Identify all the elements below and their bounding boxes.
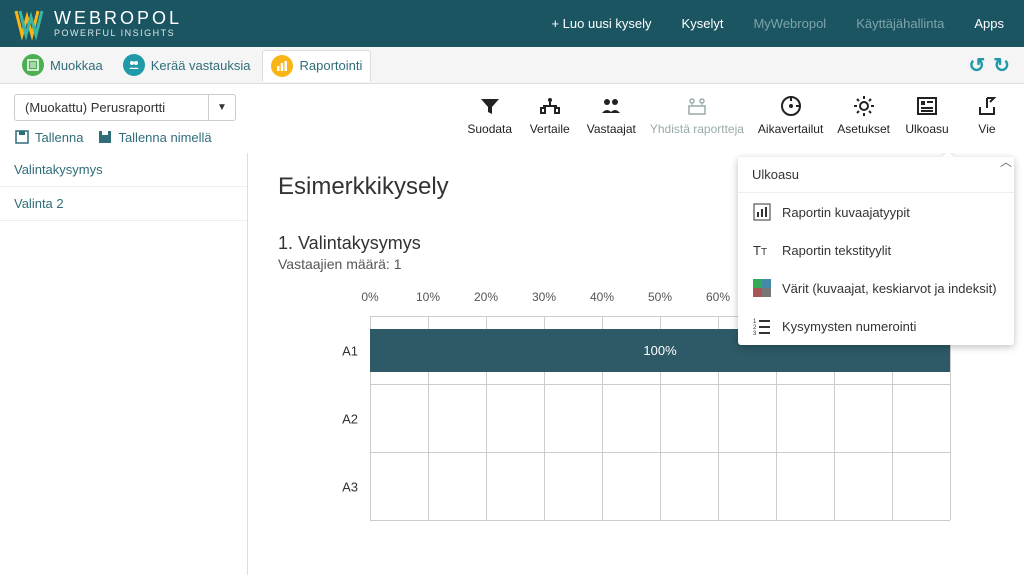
chart-row-label: A3 bbox=[318, 479, 358, 494]
sub-bar: (Muokattu) Perusraportti ▼ Tallenna Tall… bbox=[0, 84, 1024, 153]
popover-colors[interactable]: Värit (kuvaajat, keskiarvot ja indeksit) bbox=[738, 269, 1014, 307]
chart-x-tick: 10% bbox=[416, 290, 440, 304]
top-bar: WEBROPOL POWERFUL INSIGHTS + Luo uusi ky… bbox=[0, 0, 1024, 47]
report-canvas: Esimerkkikysely 1. Valintakysymys Vastaa… bbox=[248, 153, 1024, 575]
report-toolbar: Suodata Vertaile Vastaajat Yhdistä rapor… bbox=[467, 94, 1010, 136]
time-icon bbox=[779, 94, 803, 118]
tool-respondents[interactable]: Vastaajat bbox=[587, 94, 636, 136]
popover-text-styles[interactable]: TT Raportin tekstityylit bbox=[738, 231, 1014, 269]
popover-caret-icon bbox=[942, 153, 954, 157]
nav-apps[interactable]: Apps bbox=[974, 16, 1004, 31]
top-nav: + Luo uusi kysely Kyselyt MyWebropol Käy… bbox=[551, 16, 1004, 31]
save-as-label: Tallenna nimellä bbox=[118, 130, 211, 145]
chart-x-tick: 0% bbox=[361, 290, 378, 304]
svg-text:T: T bbox=[761, 247, 767, 258]
tool-time[interactable]: Aikavertailut bbox=[758, 94, 823, 136]
export-icon bbox=[975, 94, 999, 118]
tab-report-label: Raportointi bbox=[299, 58, 362, 73]
filter-icon bbox=[478, 94, 502, 118]
report-dropdown-label[interactable]: (Muokattu) Perusraportti bbox=[14, 94, 209, 121]
tab-report[interactable]: Raportointi bbox=[262, 50, 371, 82]
popover-title: Ulkoasu bbox=[738, 157, 1014, 193]
brand-name: WEBROPOL bbox=[54, 9, 182, 27]
chart-x-tick: 40% bbox=[590, 290, 614, 304]
appearance-icon bbox=[915, 94, 939, 118]
gear-icon bbox=[852, 94, 876, 118]
tab-bar: Muokkaa Kerää vastauksia Raportointi ↺ ↻ bbox=[0, 47, 1024, 84]
sidebar-item-q2[interactable]: Valinta 2 bbox=[0, 187, 247, 221]
save-as-button[interactable]: Tallenna nimellä bbox=[97, 129, 211, 145]
tool-appearance[interactable]: Ulkoasu bbox=[904, 94, 950, 136]
report-dropdown[interactable]: (Muokattu) Perusraportti ▼ bbox=[14, 94, 236, 121]
save-label: Tallenna bbox=[35, 130, 83, 145]
workspace: Valintakysymys Valinta 2 Esimerkkikysely… bbox=[0, 153, 1024, 575]
collect-icon bbox=[123, 54, 145, 76]
tool-merge[interactable]: Yhdistä raportteja bbox=[650, 94, 744, 136]
chart-x-tick: 20% bbox=[474, 290, 498, 304]
tab-collect[interactable]: Kerää vastauksia bbox=[115, 50, 259, 81]
popover-chart-types[interactable]: Raportin kuvaajatyypit bbox=[738, 193, 1014, 231]
nav-mywebropol[interactable]: MyWebropol bbox=[753, 16, 826, 31]
chart-row: A2 bbox=[370, 385, 950, 453]
sidebar-item-q1[interactable]: Valintakysymys bbox=[0, 153, 247, 187]
tool-compare[interactable]: Vertaile bbox=[527, 94, 573, 136]
chart-x-tick: 60% bbox=[706, 290, 730, 304]
chart-row-label: A1 bbox=[318, 343, 358, 358]
svg-text:3: 3 bbox=[753, 331, 757, 335]
colors-icon bbox=[752, 278, 772, 298]
popover-numbering[interactable]: 123 Kysymysten numerointi bbox=[738, 307, 1014, 345]
svg-text:T: T bbox=[753, 243, 761, 258]
undo-button[interactable]: ↺ bbox=[968, 53, 985, 78]
chart-row: A3 bbox=[370, 453, 950, 521]
numbering-icon: 123 bbox=[752, 316, 772, 336]
report-dropdown-caret[interactable]: ▼ bbox=[209, 94, 236, 121]
tool-filter[interactable]: Suodata bbox=[467, 94, 513, 136]
question-sidebar: Valintakysymys Valinta 2 bbox=[0, 153, 248, 575]
chart-gridline bbox=[950, 317, 951, 520]
save-as-icon bbox=[97, 129, 113, 145]
tab-edit-label: Muokkaa bbox=[50, 58, 103, 73]
chart-x-tick: 30% bbox=[532, 290, 556, 304]
nav-surveys[interactable]: Kyselyt bbox=[682, 16, 724, 31]
chart-row-label: A2 bbox=[318, 411, 358, 426]
report-icon bbox=[271, 55, 293, 77]
brand-logo: WEBROPOL POWERFUL INSIGHTS bbox=[14, 7, 182, 41]
logo-mark-icon bbox=[14, 7, 48, 41]
chart-plot: A1100%A2A3 bbox=[370, 316, 950, 520]
nav-useradmin[interactable]: Käyttäjähallinta bbox=[856, 16, 944, 31]
compare-icon bbox=[538, 94, 562, 118]
redo-button[interactable]: ↻ bbox=[993, 53, 1010, 78]
appearance-popover: ︿ Ulkoasu Raportin kuvaajatyypit TT Rapo… bbox=[738, 157, 1014, 345]
nav-new-survey[interactable]: + Luo uusi kysely bbox=[551, 16, 651, 31]
merge-icon bbox=[685, 94, 709, 118]
text-styles-icon: TT bbox=[752, 240, 772, 260]
chart-x-tick: 50% bbox=[648, 290, 672, 304]
save-button[interactable]: Tallenna bbox=[14, 129, 83, 145]
tab-edit[interactable]: Muokkaa bbox=[14, 50, 111, 81]
tool-settings[interactable]: Asetukset bbox=[837, 94, 890, 136]
save-icon bbox=[14, 129, 30, 145]
popover-scroll-up-icon[interactable]: ︿ bbox=[1000, 153, 1012, 170]
edit-icon bbox=[22, 54, 44, 76]
brand-tagline: POWERFUL INSIGHTS bbox=[54, 29, 182, 38]
respondents-icon bbox=[599, 94, 623, 118]
chart-types-icon bbox=[752, 202, 772, 222]
tool-export[interactable]: Vie bbox=[964, 94, 1010, 136]
tab-collect-label: Kerää vastauksia bbox=[151, 58, 251, 73]
